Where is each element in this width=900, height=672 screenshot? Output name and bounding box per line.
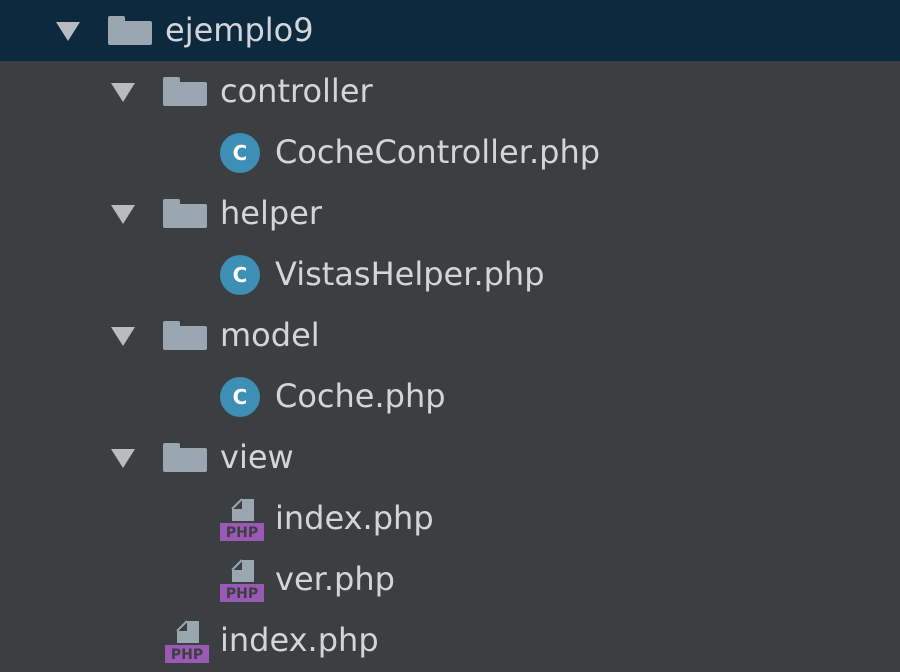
folder-icon xyxy=(163,443,207,472)
php-file-icon: PHP xyxy=(218,558,266,604)
php-class-icon: C xyxy=(220,255,260,295)
file-label: ver.php xyxy=(275,560,395,598)
project-tree: ejemplo9 controller C CocheController.php he… xyxy=(0,0,900,672)
folder-label: ejemplo9 xyxy=(165,11,314,49)
tree-folder-controller[interactable]: controller xyxy=(0,61,900,122)
folder-label: controller xyxy=(220,72,373,110)
folder-icon xyxy=(163,77,207,106)
tree-file-index-php[interactable]: PHP index.php xyxy=(0,610,900,671)
php-file-icon: PHP xyxy=(163,619,211,665)
expand-arrow-icon[interactable] xyxy=(111,83,135,102)
tree-file-cochecontroller-php[interactable]: C CocheController.php xyxy=(0,122,900,183)
php-class-icon: C xyxy=(220,377,260,417)
folder-icon xyxy=(163,321,207,350)
file-label: index.php xyxy=(275,499,434,537)
tree-file-coche-php[interactable]: C Coche.php xyxy=(0,366,900,427)
tree-file-vistashelper-php[interactable]: C VistasHelper.php xyxy=(0,244,900,305)
php-file-icon: PHP xyxy=(218,497,266,543)
folder-icon xyxy=(108,16,152,45)
php-class-icon: C xyxy=(220,133,260,173)
folder-icon xyxy=(163,199,207,228)
php-badge-text: PHP xyxy=(226,586,258,602)
folder-label: helper xyxy=(220,194,323,232)
file-label: CocheController.php xyxy=(275,133,601,171)
tree-file-ver-php[interactable]: PHP ver.php xyxy=(0,549,900,610)
tree-folder-view[interactable]: view xyxy=(0,427,900,488)
file-label: Coche.php xyxy=(275,377,446,415)
php-badge-text: PHP xyxy=(171,647,203,663)
tree-folder-model[interactable]: model xyxy=(0,305,900,366)
file-label: index.php xyxy=(220,621,379,659)
file-label: VistasHelper.php xyxy=(275,255,545,293)
expand-arrow-icon[interactable] xyxy=(111,449,135,468)
tree-folder-ejemplo9[interactable]: ejemplo9 xyxy=(0,0,900,61)
tree-folder-helper[interactable]: helper xyxy=(0,183,900,244)
folder-label: view xyxy=(220,438,294,476)
expand-arrow-icon[interactable] xyxy=(111,205,135,224)
expand-arrow-icon[interactable] xyxy=(111,327,135,346)
php-badge-text: PHP xyxy=(226,525,258,541)
tree-file-index-php[interactable]: PHP index.php xyxy=(0,488,900,549)
expand-arrow-icon[interactable] xyxy=(56,22,80,41)
folder-label: model xyxy=(220,316,320,354)
